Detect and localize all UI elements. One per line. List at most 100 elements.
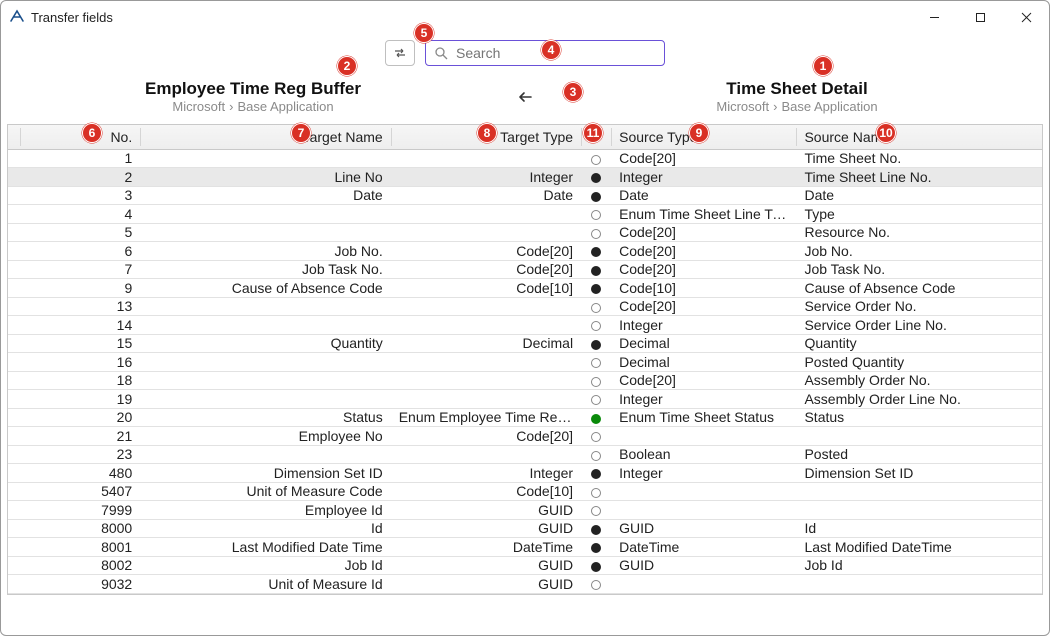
grid-header-row: No. Target Name Target Type Source Type … — [8, 125, 1042, 149]
table-row[interactable]: 3DateDateDateDate — [8, 186, 1042, 205]
cell-link-status[interactable] — [581, 408, 611, 427]
cell-source-name — [796, 575, 1042, 594]
cell-target-type: Decimal — [391, 334, 581, 353]
cell-link-status[interactable] — [581, 205, 611, 224]
cell-link-status[interactable] — [581, 316, 611, 335]
table-row[interactable]: 20StatusEnum Employee Time Reg. StatusEn… — [8, 408, 1042, 427]
cell-link-status[interactable] — [581, 519, 611, 538]
table-row[interactable]: 9Cause of Absence CodeCode[10]Code[10]Ca… — [8, 279, 1042, 298]
close-button[interactable] — [1003, 1, 1049, 33]
table-row[interactable]: 8002Job IdGUIDGUIDJob Id — [8, 556, 1042, 575]
table-row[interactable]: 21Employee NoCode[20] — [8, 427, 1042, 446]
cell-link-status[interactable] — [581, 482, 611, 501]
table-row[interactable]: 19IntegerAssembly Order Line No. — [8, 390, 1042, 409]
table-row[interactable]: 18Code[20]Assembly Order No. — [8, 371, 1042, 390]
cell-source-type: DateTime — [611, 538, 796, 557]
cell-no: 14 — [20, 316, 140, 335]
cell-target-type — [391, 297, 581, 316]
direction-arrow[interactable] — [505, 89, 545, 105]
search-input[interactable] — [454, 44, 656, 62]
cell-link-status[interactable] — [581, 464, 611, 483]
col-marker[interactable] — [8, 125, 20, 149]
cell-link-status[interactable] — [581, 538, 611, 557]
search-field[interactable] — [425, 40, 665, 66]
table-row[interactable]: 5407Unit of Measure CodeCode[10] — [8, 482, 1042, 501]
cell-source-name: Service Order No. — [796, 297, 1042, 316]
col-link-status[interactable] — [581, 125, 611, 149]
cell-target-type — [391, 390, 581, 409]
cell-link-status[interactable] — [581, 501, 611, 520]
cell-source-name: Quantity — [796, 334, 1042, 353]
maximize-button[interactable] — [957, 1, 1003, 33]
link-dot-icon — [591, 210, 601, 220]
cell-link-status[interactable] — [581, 223, 611, 242]
table-row[interactable]: 15QuantityDecimalDecimalQuantity — [8, 334, 1042, 353]
cell-source-type: GUID — [611, 556, 796, 575]
cell-link-status[interactable] — [581, 371, 611, 390]
cell-no: 15 — [20, 334, 140, 353]
cell-source-name: Job Id — [796, 556, 1042, 575]
cell-target-name: Unit of Measure Id — [140, 575, 390, 594]
table-row[interactable]: 2Line NoIntegerIntegerTime Sheet Line No… — [8, 168, 1042, 187]
cell-no: 9032 — [20, 575, 140, 594]
cell-no: 13 — [20, 297, 140, 316]
table-row[interactable]: 4Enum Time Sheet Line TypeType — [8, 205, 1042, 224]
field-grid[interactable]: No. Target Name Target Type Source Type … — [7, 124, 1043, 595]
cell-link-status[interactable] — [581, 279, 611, 298]
table-row[interactable]: 8000IdGUIDGUIDId — [8, 519, 1042, 538]
table-row[interactable]: 7Job Task No.Code[20]Code[20]Job Task No… — [8, 260, 1042, 279]
window-title: Transfer fields — [31, 10, 911, 25]
table-row[interactable]: 23BooleanPosted — [8, 445, 1042, 464]
table-row[interactable]: 5Code[20]Resource No. — [8, 223, 1042, 242]
col-target-type[interactable]: Target Type — [391, 125, 581, 149]
search-icon — [434, 46, 448, 60]
cell-link-status[interactable] — [581, 353, 611, 372]
table-row[interactable]: 7999Employee IdGUID — [8, 501, 1042, 520]
cell-link-status[interactable] — [581, 427, 611, 446]
cell-source-type: Date — [611, 186, 796, 205]
col-target-name[interactable]: Target Name — [140, 125, 390, 149]
col-source-name[interactable]: Source Name — [796, 125, 1042, 149]
window-frame: Transfer fields Employee Time Reg — [0, 0, 1050, 636]
col-source-type[interactable]: Source Type — [611, 125, 796, 149]
cell-target-name — [140, 316, 390, 335]
table-row[interactable]: 480Dimension Set IDIntegerIntegerDimensi… — [8, 464, 1042, 483]
cell-link-status[interactable] — [581, 186, 611, 205]
cell-link-status[interactable] — [581, 260, 611, 279]
cell-target-name: Dimension Set ID — [140, 464, 390, 483]
table-row[interactable]: 14IntegerService Order Line No. — [8, 316, 1042, 335]
cell-no: 20 — [20, 408, 140, 427]
cell-link-status[interactable] — [581, 297, 611, 316]
minimize-button[interactable] — [911, 1, 957, 33]
cell-target-type — [391, 371, 581, 390]
cell-link-status[interactable] — [581, 334, 611, 353]
cell-no: 7999 — [20, 501, 140, 520]
cell-link-status[interactable] — [581, 575, 611, 594]
cell-no: 5 — [20, 223, 140, 242]
cell-link-status[interactable] — [581, 390, 611, 409]
cell-link-status[interactable] — [581, 445, 611, 464]
cell-source-name: Assembly Order No. — [796, 371, 1042, 390]
swap-button[interactable] — [385, 40, 415, 66]
cell-source-type: Integer — [611, 168, 796, 187]
cell-target-type — [391, 223, 581, 242]
cell-no: 5407 — [20, 482, 140, 501]
link-dot-icon — [591, 451, 601, 461]
table-row[interactable]: 8001Last Modified Date TimeDateTimeDateT… — [8, 538, 1042, 557]
right-path-2: Base Application — [781, 99, 877, 114]
cell-link-status[interactable] — [581, 168, 611, 187]
cell-link-status[interactable] — [581, 242, 611, 261]
table-row[interactable]: 1Code[20]Time Sheet No. — [8, 149, 1042, 168]
table-titles: Employee Time Reg Buffer Microsoft›Base … — [1, 79, 1049, 114]
cell-target-type: GUID — [391, 575, 581, 594]
cell-target-name — [140, 445, 390, 464]
cell-link-status[interactable] — [581, 556, 611, 575]
table-row[interactable]: 6Job No.Code[20]Code[20]Job No. — [8, 242, 1042, 261]
table-row[interactable]: 16DecimalPosted Quantity — [8, 353, 1042, 372]
col-no[interactable]: No. — [20, 125, 140, 149]
cell-no: 1 — [20, 149, 140, 168]
cell-link-status[interactable] — [581, 149, 611, 168]
table-row[interactable]: 9032Unit of Measure IdGUID — [8, 575, 1042, 594]
table-row[interactable]: 13Code[20]Service Order No. — [8, 297, 1042, 316]
cell-source-type: Decimal — [611, 353, 796, 372]
